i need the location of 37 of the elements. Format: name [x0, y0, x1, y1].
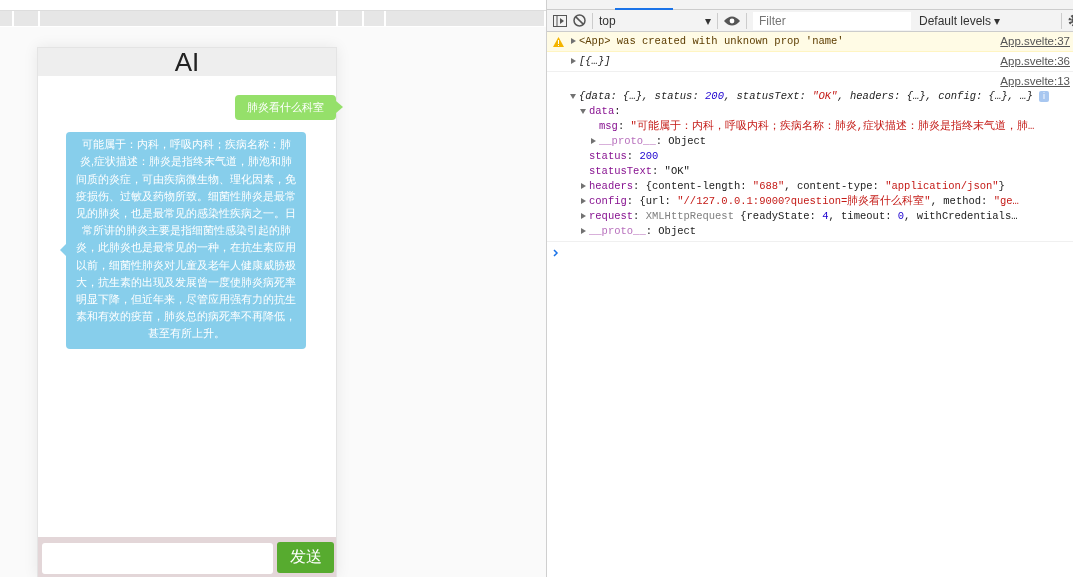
prompt-icon: [553, 249, 559, 257]
property-line: __proto__: Object: [599, 134, 707, 149]
bot-message: 可能属于：内科，呼吸内科；疾病名称：肺炎,症状描述：肺炎是指终末气道，肺泡和肺间质的炎症，可由疾病微生物、理化因素，免疫损伤、过敏及药物所致。细菌性肺炎是最常见的肺炎，也是最常见的感染性疾病之一。日常所讲的肺炎主要是指细菌性感染引起的肺炎，此肺炎也是最常见的一种，在抗生素应用以前，细菌性肺炎对儿童及老年人健康威胁极大，抗生素的出现及发展曾一度使肺炎病死率明显下降，但近年来，尽管应用强有力的抗生素和有效的疫苗，肺炎总的病死率不再降低，甚至有所上升。: [66, 132, 306, 349]
property-line: data:: [589, 104, 621, 119]
expand-arrow-icon[interactable]: [579, 227, 587, 235]
collapse-arrow-icon[interactable]: [579, 107, 587, 115]
expand-arrow-icon[interactable]: [579, 212, 587, 220]
property-line: config: {url: "//127.0.0.1:9000?question=肺炎看什么科室", method: "ge…: [589, 194, 1019, 209]
context-select[interactable]: top ▾: [599, 13, 711, 28]
source-link[interactable]: App.svelte:36: [1000, 54, 1070, 69]
expand-arrow-icon[interactable]: [589, 137, 597, 145]
levels-dropdown[interactable]: Default levels ▾: [919, 13, 1055, 28]
expand-arrow-icon[interactable]: [579, 182, 587, 190]
app-title: AI: [38, 48, 336, 76]
message-input[interactable]: [42, 542, 273, 574]
user-message: 肺炎看什么科室: [235, 95, 336, 121]
expand-arrow-icon[interactable]: [569, 57, 577, 65]
clear-console-icon[interactable]: [573, 14, 586, 27]
log-text: [{…}]: [579, 54, 611, 69]
expand-arrow-icon[interactable]: [579, 197, 587, 205]
warning-icon: [553, 37, 564, 47]
collapse-arrow-icon[interactable]: [569, 92, 577, 100]
expand-arrow-icon[interactable]: [569, 37, 577, 45]
property-line: statusText: "OK": [589, 164, 690, 179]
filter-field[interactable]: Filter: [753, 11, 911, 30]
sidebar-toggle-icon[interactable]: [553, 14, 567, 27]
source-link[interactable]: App.svelte:13: [1000, 74, 1070, 89]
property-line: __proto__: Object: [589, 224, 697, 239]
selected-tab-indicator: [615, 8, 673, 10]
property-line: msg: "可能属于：内科，呼吸内科；疾病名称：肺炎,症状描述：肺炎是指终末气道，肺…: [599, 119, 1035, 134]
eye-icon[interactable]: [724, 15, 740, 26]
property-line: status: 200: [589, 149, 659, 164]
bubble-tail: [336, 101, 343, 113]
property-line: headers: {content-length: "688", content-type: "application/json"}: [589, 179, 1005, 194]
source-link[interactable]: App.svelte:37: [1000, 34, 1070, 49]
property-line: request: XMLHttpRequest {readyState: 4, timeout: 0, withCredentials…: [589, 209, 1018, 224]
log-text: <App> was created with unknown prop 'name': [579, 34, 844, 49]
